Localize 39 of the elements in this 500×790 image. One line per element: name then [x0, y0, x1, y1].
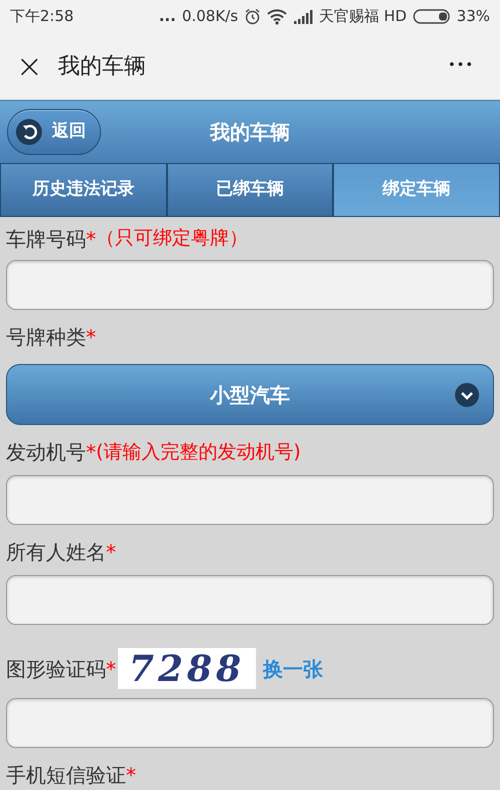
field-label: 号牌种类: [6, 324, 86, 351]
tab[interactable]: 历史违法记录: [0, 163, 167, 217]
page-title: 我的车辆: [208, 119, 291, 146]
alarm-clock-icon: [244, 8, 262, 25]
more-dots-icon: ...: [158, 5, 176, 28]
input-field[interactable]: [6, 475, 494, 525]
tab[interactable]: 绑定车辆: [333, 163, 500, 217]
chevron-down-icon: [455, 383, 479, 407]
required-mark: *: [106, 539, 116, 566]
network-speed: 0.08K/s: [182, 6, 238, 28]
status-time: 下午2:58: [10, 6, 74, 28]
input-field[interactable]: [6, 575, 494, 625]
battery-icon: [412, 9, 451, 24]
required-mark: *: [86, 324, 96, 351]
tab[interactable]: 已绑车辆: [166, 163, 334, 217]
close-button[interactable]: ×: [16, 50, 42, 82]
signal-icon: [293, 10, 314, 24]
field-hint: (请输入完整的发动机号): [96, 440, 301, 465]
field-label: 所有人姓名: [6, 539, 106, 566]
battery-percent: 33%: [456, 6, 490, 28]
refresh-captcha-link[interactable]: 换一张: [263, 654, 323, 684]
required-mark: *: [86, 439, 96, 466]
nav-title: 我的车辆: [58, 52, 146, 80]
field-label: 图形验证码: [6, 656, 106, 682]
required-mark: *: [86, 226, 96, 252]
input-field[interactable]: [6, 698, 494, 748]
wifi-icon: [267, 8, 288, 24]
carrier-name: 天官赐福 HD: [319, 6, 407, 28]
field-label: 车牌号码: [6, 226, 86, 252]
required-mark: *: [126, 762, 136, 789]
captcha-image: 7288: [118, 648, 256, 689]
field-hint: （只可绑定粤牌）: [96, 226, 248, 252]
field-label: 发动机号: [6, 439, 86, 466]
more-button[interactable]: •••: [448, 56, 484, 76]
plate-type-dropdown[interactable]: 小型汽车: [6, 364, 494, 425]
input-field[interactable]: [6, 260, 494, 310]
required-mark: *: [106, 656, 116, 682]
field-label: 手机短信验证: [6, 762, 126, 789]
back-button[interactable]: 返回: [7, 109, 101, 155]
